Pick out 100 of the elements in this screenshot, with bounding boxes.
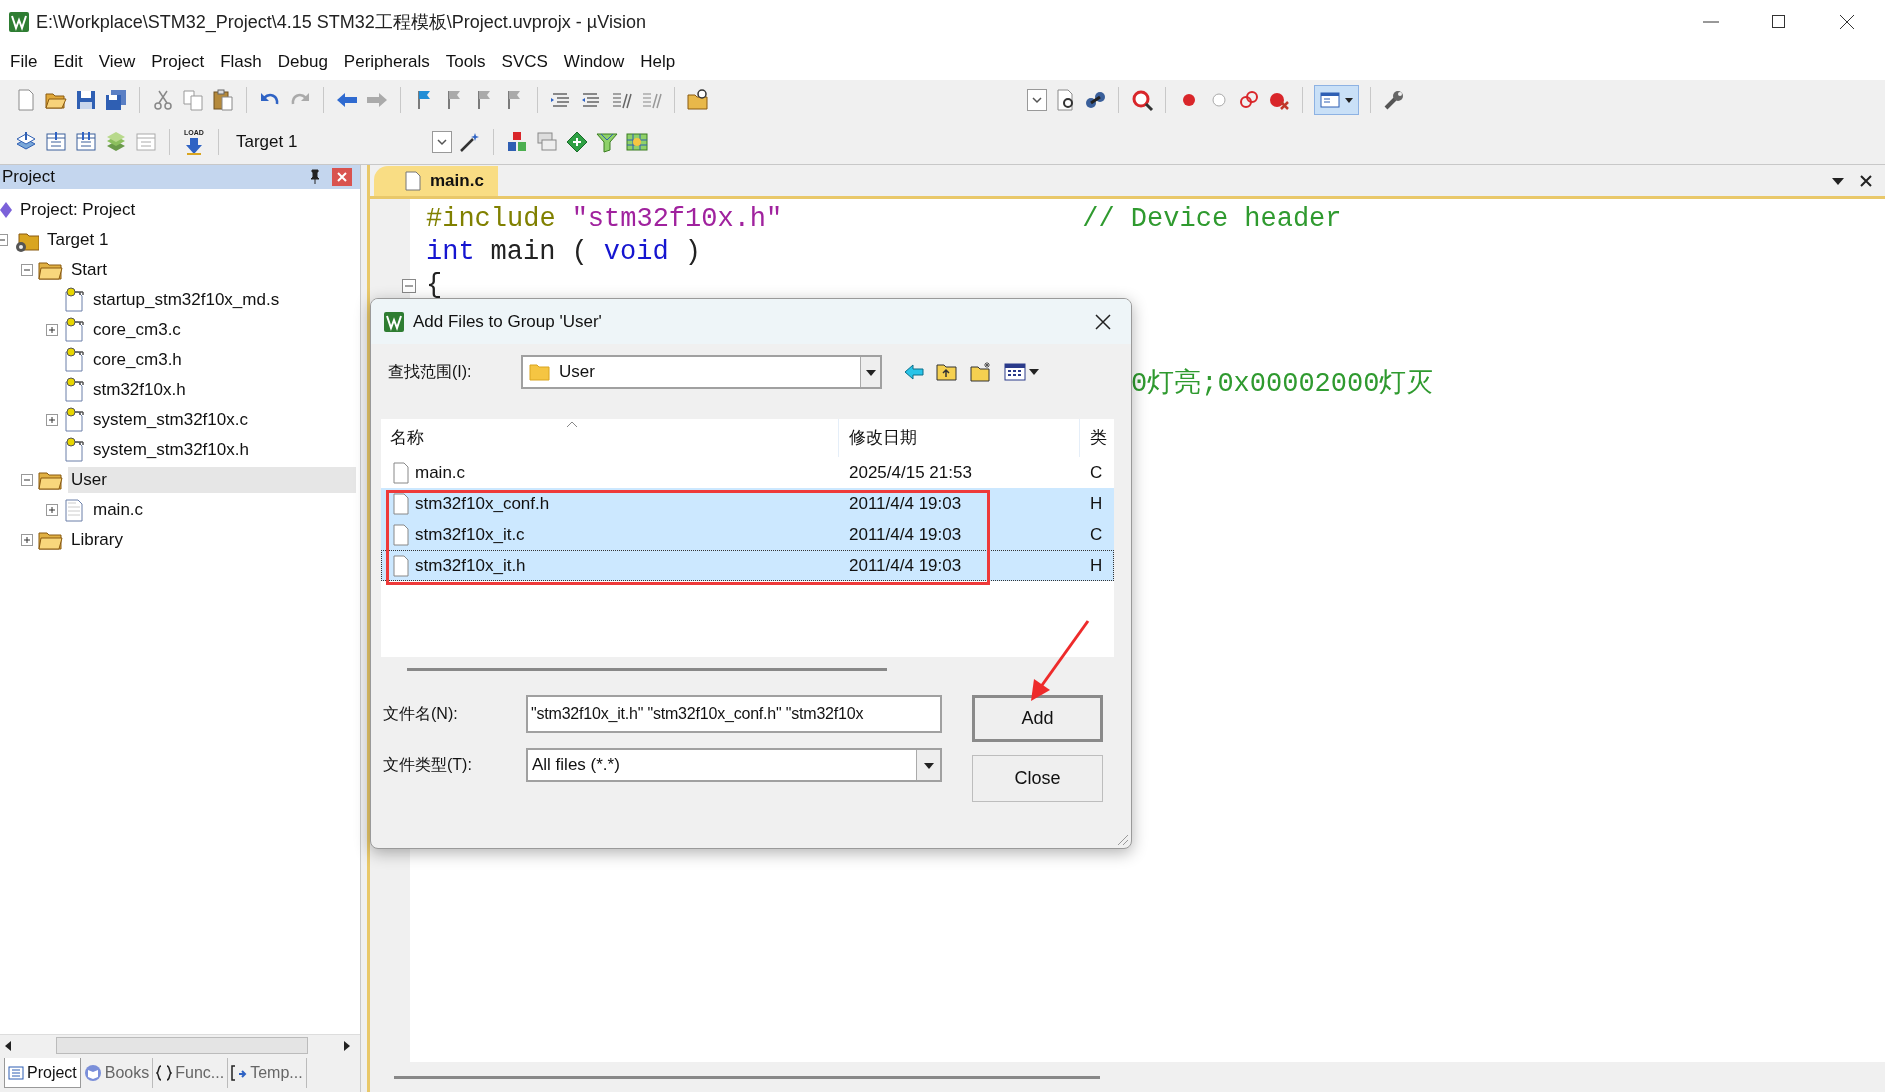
tree-item[interactable]: system_stm32f10x.h [90,437,252,463]
window-layout-button[interactable] [1314,85,1359,115]
tree-item[interactable]: Target 1 [44,227,112,253]
new-folder-icon[interactable] [970,361,992,383]
editor-tab[interactable]: main.c [374,166,498,196]
expander-icon[interactable] [46,504,58,516]
expander-icon[interactable] [21,534,33,546]
tree-item[interactable]: main.c [90,497,147,523]
menu-item[interactable]: Project [143,49,213,75]
panel-close-button[interactable] [332,168,352,186]
menu-item[interactable]: Help [632,49,684,75]
app-logo-icon [383,310,405,333]
window-layout-icon [1319,90,1341,110]
pin-icon[interactable] [308,169,322,185]
horizontal-scrollbar[interactable] [0,1034,360,1056]
panel-tab[interactable]: Temp... [228,1058,307,1088]
panel-tab[interactable]: Books [80,1058,154,1088]
scrollbar-thumb[interactable] [56,1037,308,1054]
close-icon[interactable] [1859,174,1873,188]
expander-icon[interactable] [21,474,33,486]
chevron-down-icon [436,137,448,147]
dialog-button[interactable]: Add [972,695,1103,742]
menu-item[interactable]: Tools [437,49,494,75]
dialog-title: Add Files to Group 'User' [413,310,603,333]
folder-icon [38,259,63,281]
column-header[interactable]: 修改日期 [849,425,917,451]
rebuild-icon[interactable] [74,130,98,154]
folder-search-icon[interactable] [686,88,710,112]
menu-item[interactable]: Peripherals [335,49,438,75]
maximize-icon [1770,13,1788,31]
tree-item[interactable]: Library [68,527,126,553]
view-grid-icon [1004,362,1026,382]
dropdown-arrow-icon[interactable] [1831,175,1845,187]
code-token: main ( [490,236,588,270]
dropdown-button[interactable] [1027,89,1047,111]
file-type: C [1090,524,1103,544]
file-type: H [1090,555,1103,575]
look-in-select[interactable]: User [521,355,882,389]
code-token: { [426,269,443,303]
fold-icon[interactable] [402,278,416,293]
code-token: // Device header [1082,203,1342,237]
editor-scrollbar[interactable] [394,1075,1100,1079]
tree-item[interactable]: Start [68,257,110,283]
tree-item[interactable]: User [68,467,356,493]
folder-icon [38,529,63,551]
file-type-select[interactable]: All files (*.*) [526,747,942,782]
diamond-icon [0,202,12,218]
menu-item[interactable]: Edit [45,49,91,75]
column-header[interactable]: 名称 [390,425,424,451]
tree-item[interactable]: core_cm3.c [90,317,184,343]
column-header[interactable]: 类 [1090,425,1107,451]
file-name: stm32f10x_it.c [415,523,525,546]
menu-item[interactable]: Window [555,49,633,75]
file-row[interactable]: main.c 2025/4/15 21:53 C [381,457,1114,488]
tree-item[interactable]: startup_stm32f10x_md.s [90,287,283,313]
book-icon [83,1064,102,1082]
wrench-icon[interactable] [1382,88,1406,112]
chevron-down-icon [864,367,877,377]
view-menu-button[interactable] [1004,362,1040,382]
tree-item[interactable]: system_stm32f10x.c [90,407,251,433]
file-name-field[interactable]: "stm32f10x_it.h" "stm32f10x_conf.h" "stm32f10x [526,695,942,733]
menu-item[interactable]: SVCS [493,49,556,75]
back-arrow-icon[interactable] [904,362,924,382]
chip-grid-icon[interactable] [625,130,649,154]
menu-item[interactable]: View [90,49,144,75]
window-title: E:\Workplace\STM32_Project\4.15 STM32工程模板\Project.uvprojx - µVision [36,10,646,35]
code-token: #include [426,203,556,237]
panel-tab[interactable]: Func... [153,1058,229,1088]
menu-item[interactable]: File [2,49,46,75]
file-row[interactable]: stm32f10x_it.h 2011/4/4 19:03 H [381,550,1114,581]
debug-magnifier-icon[interactable] [1130,88,1154,112]
dialog-button[interactable]: Close [972,755,1103,802]
file-type: C [1090,462,1103,482]
plus-diamond-icon[interactable] [565,130,589,154]
expander-icon[interactable] [21,264,33,276]
paste-icon[interactable] [211,88,235,112]
expander-icon[interactable] [46,324,58,336]
down-arrow-icon [184,135,204,156]
cut-icon[interactable] [151,88,175,112]
tree-item[interactable]: core_cm3.h [90,347,185,373]
component-blocks-icon[interactable] [505,130,529,154]
expander-icon[interactable] [46,414,58,426]
file-name: main.c [415,461,466,484]
tree-item[interactable]: Project: Project [17,197,139,223]
tree-item[interactable]: stm32f10x.h [90,377,189,403]
panel-tab[interactable]: Project [4,1058,81,1088]
close-icon [1838,13,1856,31]
save-icon[interactable] [74,88,98,112]
chevron-down-icon [1031,95,1043,105]
list-scrollbar[interactable] [407,668,887,671]
target-select[interactable]: Target 1 [230,128,452,156]
menu-item[interactable]: Flash [212,49,270,75]
build-icon[interactable] [44,130,68,154]
resize-grip-icon[interactable] [1115,832,1129,846]
file-row[interactable]: stm32f10x_it.c 2011/4/4 19:03 C [381,519,1114,550]
up-folder-icon[interactable] [936,361,958,383]
funnel-icon[interactable] [595,130,619,154]
save-all-icon[interactable] [104,88,128,112]
menu-item[interactable]: Debug [269,49,336,75]
file-date: 2011/4/4 19:03 [849,555,962,575]
